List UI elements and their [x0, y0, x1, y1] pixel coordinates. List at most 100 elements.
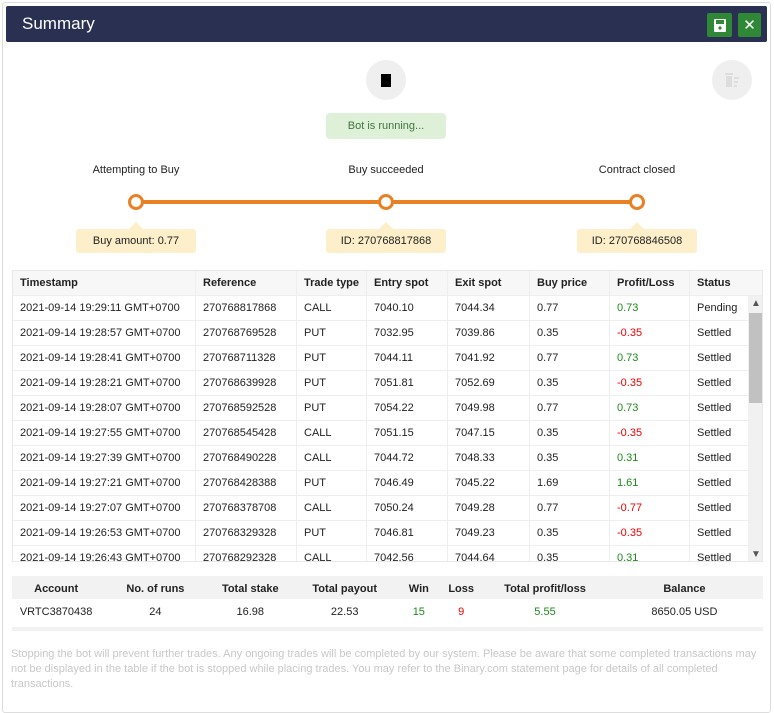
- buy-price-cell: 0.77: [530, 496, 610, 520]
- table-row: 2021-09-14 19:28:57 GMT+0700 270768769528…: [13, 321, 748, 346]
- trade-type-cell: CALL: [297, 546, 367, 561]
- scroll-down-icon[interactable]: ▼: [751, 549, 761, 560]
- status-cell: Settled: [697, 427, 732, 439]
- profit-loss-cell: -0.35: [610, 521, 690, 545]
- table-header: Timestamp Reference Trade type Entry spo…: [13, 271, 762, 296]
- column-header: Trade type: [297, 271, 367, 295]
- step-dot: [629, 194, 645, 210]
- reference-cell: 270768329328: [196, 521, 297, 545]
- step-label: Contract closed: [598, 164, 676, 176]
- profit-loss-cell: 1.61: [610, 471, 690, 495]
- summary-values: VRTC3870438 24 16.98 22.53 15 9 5.55 865…: [12, 599, 763, 627]
- profit-loss-cell: -0.35: [610, 371, 690, 395]
- profit-loss-cell: 0.31: [610, 446, 690, 470]
- status-cell: Pending: [697, 302, 738, 314]
- table-row: 2021-09-14 19:28:07 GMT+0700 270768592528…: [13, 396, 748, 421]
- buy-price-cell: 0.35: [530, 321, 610, 345]
- trade-type-cell: CALL: [297, 496, 367, 520]
- trade-type-cell: CALL: [297, 446, 367, 470]
- column-header: Profit/Loss: [610, 271, 690, 295]
- table-scrollbar[interactable]: ▲ ▼: [748, 296, 762, 561]
- close-button[interactable]: ✕: [738, 13, 761, 37]
- profit-loss-cell: 0.31: [610, 546, 690, 561]
- exit-spot-cell: 7048.33: [448, 446, 530, 470]
- step-info: Buy amount: 0.77: [76, 222, 196, 253]
- step-label: Buy succeeded: [348, 164, 424, 176]
- trade-type-cell: PUT: [297, 396, 367, 420]
- column-header: Exit spot: [448, 271, 530, 295]
- buy-price-cell: 0.35: [530, 521, 610, 545]
- status-cell: Settled: [697, 527, 732, 539]
- transactions-table: Timestamp Reference Trade type Entry spo…: [12, 270, 763, 562]
- entry-spot-cell: 7051.15: [367, 421, 448, 445]
- exit-spot-cell: 7041.92: [448, 346, 530, 370]
- balance-value: 8650.05 USD: [651, 606, 718, 618]
- exit-spot-cell: 7044.34: [448, 296, 530, 320]
- status-cell: Settled: [697, 402, 732, 414]
- trade-type-cell: CALL: [297, 421, 367, 445]
- entry-spot-cell: 7046.81: [367, 521, 448, 545]
- exit-spot-cell: 7049.98: [448, 396, 530, 420]
- buy-price-cell: 0.35: [530, 371, 610, 395]
- entry-spot-cell: 7032.95: [367, 321, 448, 345]
- step-info: ID: 270768846508: [577, 222, 697, 253]
- entry-spot-cell: 7044.11: [367, 346, 448, 370]
- step-dot: [378, 194, 394, 210]
- exit-spot-cell: 7049.23: [448, 521, 530, 545]
- save-button[interactable]: [707, 13, 732, 37]
- trash-icon: [725, 73, 739, 87]
- reference-cell: 270768639928: [196, 371, 297, 395]
- column-header: Reference: [196, 271, 297, 295]
- timestamp-cell: 2021-09-14 19:27:39 GMT+0700: [13, 446, 196, 470]
- scrollbar-thumb[interactable]: [749, 313, 762, 403]
- loss-value: 9: [458, 606, 465, 618]
- step-dot: [128, 194, 144, 210]
- stop-button[interactable]: [366, 60, 406, 100]
- bot-status-badge: Bot is running...: [326, 113, 446, 139]
- profit-loss-cell: -0.77: [610, 496, 690, 520]
- close-icon: ✕: [743, 17, 756, 34]
- table-row: 2021-09-14 19:27:07 GMT+0700 270768378708…: [13, 496, 748, 521]
- profit-loss-cell: 0.73: [610, 396, 690, 420]
- timestamp-cell: 2021-09-14 19:27:21 GMT+0700: [13, 471, 196, 495]
- status-cell: Settled: [697, 327, 732, 339]
- timestamp-cell: 2021-09-14 19:27:07 GMT+0700: [13, 496, 196, 520]
- step-label: Attempting to Buy: [92, 164, 180, 176]
- exit-spot-cell: 7052.69: [448, 371, 530, 395]
- clear-button[interactable]: [712, 60, 752, 100]
- reference-cell: 270768711328: [196, 346, 297, 370]
- profit-loss-cell: -0.35: [610, 321, 690, 345]
- save-icon: [713, 18, 726, 32]
- buy-price-cell: 0.77: [530, 296, 610, 320]
- reference-cell: 270768769528: [196, 321, 297, 345]
- account-value: VRTC3870438: [19, 606, 93, 618]
- column-header: Status: [697, 277, 731, 289]
- total-payout-value: 22.53: [330, 606, 359, 618]
- buy-price-cell: 1.69: [530, 471, 610, 495]
- reference-cell: 270768592528: [196, 396, 297, 420]
- step-info: ID: 270768817868: [326, 222, 446, 253]
- column-header: Buy price: [530, 271, 610, 295]
- buy-price-cell: 0.77: [530, 346, 610, 370]
- timestamp-cell: 2021-09-14 19:28:07 GMT+0700: [13, 396, 196, 420]
- total-stake-value: 16.98: [236, 606, 265, 618]
- reference-cell: 270768428388: [196, 471, 297, 495]
- column-header: Entry spot: [367, 271, 448, 295]
- status-cell: Settled: [697, 352, 732, 364]
- reference-cell: 270768292328: [196, 546, 297, 561]
- timestamp-cell: 2021-09-14 19:26:43 GMT+0700: [13, 546, 196, 561]
- reference-cell: 270768378708: [196, 496, 297, 520]
- timestamp-cell: 2021-09-14 19:28:57 GMT+0700: [13, 321, 196, 345]
- entry-spot-cell: 7051.81: [367, 371, 448, 395]
- total-profit-value: 5.55: [534, 606, 556, 618]
- profit-loss-cell: 0.73: [610, 296, 690, 320]
- runs-value: 24: [149, 606, 162, 618]
- exit-spot-cell: 7044.64: [448, 546, 530, 561]
- exit-spot-cell: 7039.86: [448, 321, 530, 345]
- trade-type-cell: PUT: [297, 346, 367, 370]
- scroll-up-icon[interactable]: ▲: [751, 298, 761, 309]
- reference-cell: 270768545428: [196, 421, 297, 445]
- table-row: 2021-09-14 19:27:39 GMT+0700 270768490228…: [13, 446, 748, 471]
- table-row: 2021-09-14 19:26:53 GMT+0700 270768329328…: [13, 521, 748, 546]
- panel-header: Summary ✕: [6, 6, 767, 42]
